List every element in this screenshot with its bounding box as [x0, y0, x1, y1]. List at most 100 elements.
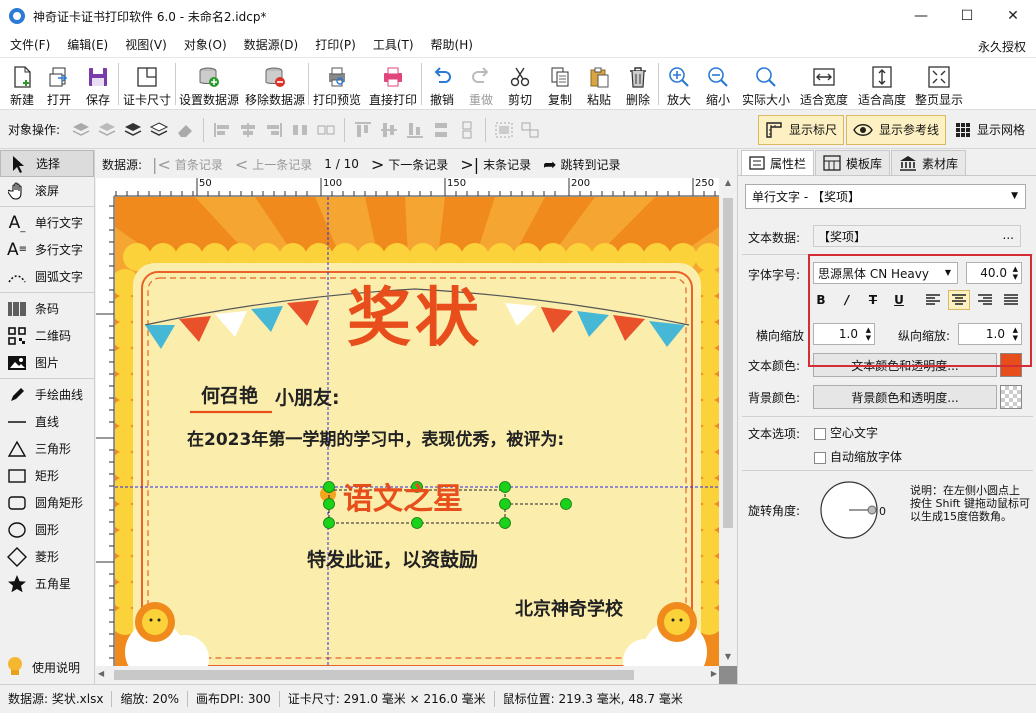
tool-rectangle[interactable]: 矩形 [0, 462, 94, 489]
direct-print-button[interactable]: 直接打印 [365, 58, 421, 110]
menu-tools[interactable]: 工具(T) [363, 36, 421, 53]
same-height-icon[interactable] [456, 119, 478, 141]
align-right-icon[interactable] [263, 119, 285, 141]
save-button[interactable]: 保存 [78, 58, 118, 110]
tool-line[interactable]: 直线 [0, 408, 94, 435]
scroll-up-icon[interactable]: ▲ [719, 178, 737, 192]
undo-button[interactable]: 撤销 [422, 58, 462, 110]
align-center-h-icon[interactable] [237, 119, 259, 141]
tool-diamond[interactable]: 菱形 [0, 543, 94, 570]
tool-multi-line-text[interactable]: A ≡ 多行文字 [0, 236, 94, 263]
certificate-closing[interactable]: 特发此证，以资鼓励 [307, 545, 478, 572]
zoom-out-button[interactable]: 缩小 [699, 58, 737, 110]
fit-height-button[interactable]: 适合高度 [853, 58, 911, 110]
certificate-recipient-name[interactable]: 何召艳 [201, 381, 258, 408]
set-datasource-button[interactable]: 设置数据源 [176, 58, 242, 110]
show-grid-toggle[interactable]: 显示网格 [948, 115, 1032, 145]
open-button[interactable]: 打开 [40, 58, 78, 110]
certificate-school[interactable]: 北京神奇学校 [515, 595, 623, 621]
scroll-down-icon[interactable]: ▼ [719, 652, 737, 666]
certificate-body[interactable]: 在2023年第一学期的学习中，表现优秀，被评为: [187, 425, 564, 450]
delete-button[interactable]: 删除 [618, 58, 658, 110]
next-record-button[interactable]: > 下一条记录 [371, 155, 448, 174]
remove-datasource-button[interactable]: 移除数据源 [242, 58, 308, 110]
menu-object[interactable]: 对象(O) [174, 36, 234, 53]
certificate-design[interactable]: 奖状 何召艳 小朋友: 在2023年第一学期的学习中，表现优秀，被评为: 语文之… [115, 197, 719, 666]
first-record-button[interactable]: |< 首条记录 [152, 155, 223, 174]
vertical-ruler[interactable] [96, 196, 114, 666]
tool-star[interactable]: 五角星 [0, 570, 94, 597]
menu-view[interactable]: 视图(V) [115, 36, 174, 53]
menu-help[interactable]: 帮助(H) [421, 36, 480, 53]
paste-button[interactable]: 粘贴 [580, 58, 618, 110]
align-bottom-icon[interactable] [404, 119, 426, 141]
vertical-scrollbar[interactable]: ▲ ▼ [719, 178, 737, 666]
align-left-icon[interactable] [211, 119, 233, 141]
layer-bottom-icon[interactable] [148, 119, 170, 141]
design-canvas[interactable]: 50 100 150 200 250 奖状 何召艳 小朋友: 在2023年第一学… [96, 178, 737, 684]
tool-single-line-text[interactable]: A _ 单行文字 [0, 209, 94, 236]
menu-print[interactable]: 打印(P) [305, 36, 363, 53]
scroll-left-icon[interactable]: ◀ [98, 669, 104, 678]
align-middle-icon[interactable] [378, 119, 400, 141]
layer-up-icon[interactable] [70, 119, 92, 141]
copy-button[interactable]: 复制 [540, 58, 580, 110]
tool-select[interactable]: 选择 [0, 150, 94, 177]
group-icon[interactable] [493, 119, 515, 141]
new-button[interactable]: 新建 [4, 58, 40, 110]
zoom-in-button[interactable]: 放大 [659, 58, 699, 110]
certificate-title[interactable]: 奖状 [347, 287, 483, 351]
same-width-icon[interactable] [315, 119, 337, 141]
tool-circle[interactable]: 圆形 [0, 516, 94, 543]
horizontal-scroll-thumb[interactable] [114, 670, 634, 680]
tool-rounded-rectangle[interactable]: 圆角矩形 [0, 489, 94, 516]
tool-arc-text[interactable]: 圆弧文字 [0, 263, 94, 290]
bg-color-button[interactable]: 背景颜色和透明度... [813, 385, 997, 409]
tool-barcode[interactable]: 条码 [0, 295, 94, 322]
text-data-field[interactable]: 【奖项】... [813, 225, 1021, 247]
ungroup-icon[interactable] [519, 119, 541, 141]
prev-record-button[interactable]: < 上一条记录 [235, 155, 312, 174]
certificate-salutation[interactable]: 小朋友: [275, 383, 340, 410]
scroll-right-icon[interactable]: ▶ [711, 669, 717, 678]
tool-freehand[interactable]: 手绘曲线 [0, 381, 94, 408]
fit-width-button[interactable]: 适合宽度 [795, 58, 853, 110]
layer-down-icon[interactable] [96, 119, 118, 141]
distribute-h-icon[interactable] [289, 119, 311, 141]
more-icon[interactable]: ... [1003, 228, 1014, 242]
vertical-scroll-thumb[interactable] [723, 198, 733, 528]
menu-file[interactable]: 文件(F) [0, 36, 57, 53]
full-page-button[interactable]: 整页显示 [911, 58, 967, 110]
cut-button[interactable]: 剪切 [500, 58, 540, 110]
redo-button[interactable]: 重做 [462, 58, 500, 110]
distribute-v-icon[interactable] [430, 119, 452, 141]
show-guides-toggle[interactable]: 显示参考线 [845, 114, 946, 145]
tool-image[interactable]: 图片 [0, 349, 94, 376]
maximize-button[interactable]: ☐ [944, 0, 990, 32]
horizontal-scrollbar[interactable]: ◀ ▶ [96, 666, 719, 684]
jump-record-button[interactable]: ➦ 跳转到记录 [543, 155, 620, 174]
help-button[interactable]: 使用说明 [6, 656, 80, 678]
eraser-icon[interactable] [174, 119, 196, 141]
menu-datasource[interactable]: 数据源(D) [234, 36, 306, 53]
tool-pan[interactable]: 滚屏 [0, 177, 94, 204]
bg-color-swatch[interactable] [1000, 385, 1022, 409]
horizontal-ruler[interactable]: 50 100 150 200 250 [114, 178, 719, 196]
last-record-button[interactable]: >| 末条记录 [460, 155, 531, 174]
tab-templates[interactable]: 模板库 [815, 150, 891, 175]
hollow-text-checkbox[interactable]: 空心文字 [814, 424, 878, 441]
rotation-dial[interactable] [816, 480, 886, 540]
align-top-icon[interactable] [352, 119, 374, 141]
show-ruler-toggle[interactable]: 显示标尺 [757, 114, 844, 145]
tab-properties[interactable]: 属性栏 [741, 150, 815, 175]
menu-edit[interactable]: 编辑(E) [57, 36, 115, 53]
auto-scale-checkbox[interactable]: 自动缩放字体 [814, 448, 902, 465]
certificate-award[interactable]: 语文之星 [343, 483, 463, 516]
layer-top-icon[interactable] [122, 119, 144, 141]
tab-materials[interactable]: 素材库 [891, 150, 967, 175]
object-selector[interactable]: 单行文字 - 【奖项】 ▼ [745, 184, 1026, 209]
close-button[interactable]: ✕ [990, 0, 1036, 32]
tool-triangle[interactable]: 三角形 [0, 435, 94, 462]
card-size-button[interactable]: 证卡尺寸 [119, 58, 175, 110]
minimize-button[interactable]: — [898, 0, 944, 32]
